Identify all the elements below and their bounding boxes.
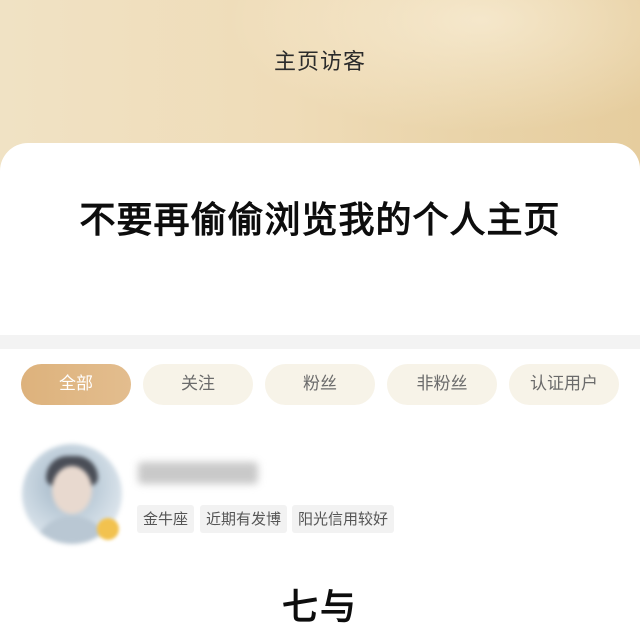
visitor-tag: 近期有发博 [200, 505, 288, 533]
tab-verified-users[interactable]: 认证用户 [509, 364, 619, 405]
page-title: 主页访客 [273, 50, 366, 75]
tab-following[interactable]: 关注 [143, 364, 253, 405]
tab-all[interactable]: 全部 [21, 364, 131, 405]
visitor-tag: 阳光信用较好 [292, 505, 395, 533]
banner-headline: 不要再偷偷浏览我的个人主页 [79, 199, 561, 241]
visitor-tag: 金牛座 [137, 505, 195, 533]
avatar-face [52, 466, 92, 514]
visitor-nickname[interactable] [138, 462, 258, 484]
visitor-list-item[interactable]: 金牛座 近期有发博 阳光信用较好 [0, 430, 640, 550]
footer-brand: 七与 [281, 586, 358, 628]
section-divider [0, 335, 640, 349]
vip-badge-icon [97, 518, 119, 540]
tab-non-fans[interactable]: 非粉丝 [387, 364, 497, 405]
tab-fans[interactable]: 粉丝 [265, 364, 375, 405]
